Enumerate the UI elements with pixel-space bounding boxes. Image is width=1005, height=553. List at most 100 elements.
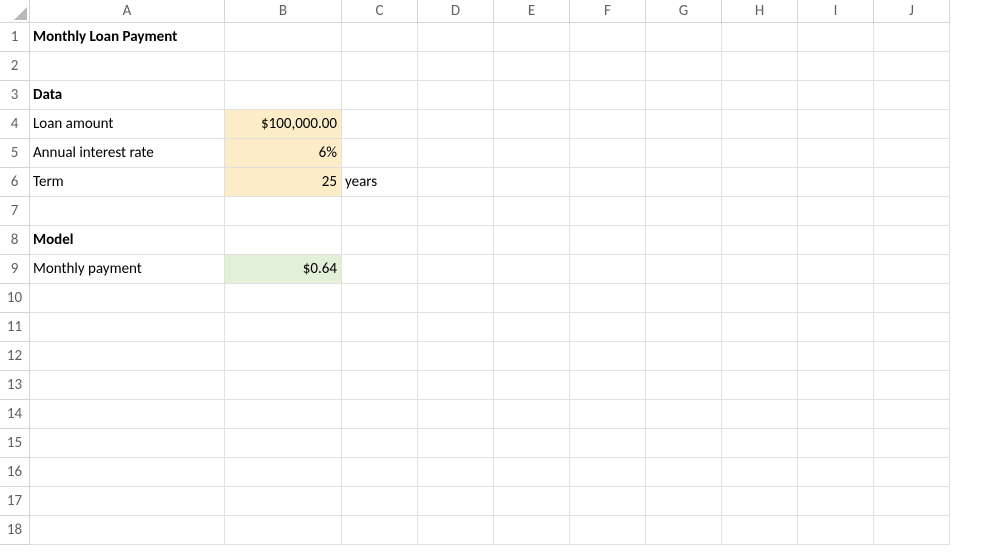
cell-G1[interactable] [646,23,722,52]
col-header-E[interactable]: E [494,0,570,23]
cell-G17[interactable] [646,487,722,516]
cell-H3[interactable] [722,81,798,110]
cell-G18[interactable] [646,516,722,545]
row-header-17[interactable]: 17 [0,487,30,516]
cell-G6[interactable] [646,168,722,197]
row-header-18[interactable]: 18 [0,516,30,545]
row-header-5[interactable]: 5 [0,139,30,168]
cell-D11[interactable] [418,313,494,342]
cell-D10[interactable] [418,284,494,313]
cell-F12[interactable] [570,342,646,371]
cell-C5[interactable] [342,139,418,168]
cell-E9[interactable] [494,255,570,284]
cell-E14[interactable] [494,400,570,429]
cell-C2[interactable] [342,52,418,81]
cell-C6[interactable]: years [342,168,418,197]
cell-G14[interactable] [646,400,722,429]
cell-H15[interactable] [722,429,798,458]
cell-H7[interactable] [722,197,798,226]
cell-I18[interactable] [798,516,874,545]
cell-C1[interactable] [342,23,418,52]
cell-H18[interactable] [722,516,798,545]
cell-A17[interactable] [30,487,225,516]
cell-J15[interactable] [874,429,950,458]
cell-D7[interactable] [418,197,494,226]
cell-H16[interactable] [722,458,798,487]
cell-F2[interactable] [570,52,646,81]
cell-D18[interactable] [418,516,494,545]
cell-C9[interactable] [342,255,418,284]
cell-G3[interactable] [646,81,722,110]
row-header-10[interactable]: 10 [0,284,30,313]
cell-I5[interactable] [798,139,874,168]
cell-G11[interactable] [646,313,722,342]
cell-H8[interactable] [722,226,798,255]
cell-J5[interactable] [874,139,950,168]
cell-A11[interactable] [30,313,225,342]
cell-I10[interactable] [798,284,874,313]
cell-I15[interactable] [798,429,874,458]
cell-J10[interactable] [874,284,950,313]
cell-C7[interactable] [342,197,418,226]
cell-B5[interactable]: 6% [225,139,342,168]
cell-E5[interactable] [494,139,570,168]
col-header-G[interactable]: G [646,0,722,23]
cell-E12[interactable] [494,342,570,371]
cell-C14[interactable] [342,400,418,429]
cell-E10[interactable] [494,284,570,313]
col-header-C[interactable]: C [342,0,418,23]
cell-F8[interactable] [570,226,646,255]
cell-F18[interactable] [570,516,646,545]
cell-H12[interactable] [722,342,798,371]
cell-H2[interactable] [722,52,798,81]
cell-D14[interactable] [418,400,494,429]
cell-D15[interactable] [418,429,494,458]
cell-C4[interactable] [342,110,418,139]
cell-D9[interactable] [418,255,494,284]
row-header-3[interactable]: 3 [0,81,30,110]
cell-A7[interactable] [30,197,225,226]
cell-A14[interactable] [30,400,225,429]
cell-G12[interactable] [646,342,722,371]
cell-B4[interactable]: $100,000.00 [225,110,342,139]
cell-I8[interactable] [798,226,874,255]
cell-H4[interactable] [722,110,798,139]
cell-I16[interactable] [798,458,874,487]
cell-A10[interactable] [30,284,225,313]
cell-B11[interactable] [225,313,342,342]
cell-A13[interactable] [30,371,225,400]
col-header-A[interactable]: A [30,0,225,23]
cell-B9[interactable]: $0.64 [225,255,342,284]
row-header-4[interactable]: 4 [0,110,30,139]
cell-D2[interactable] [418,52,494,81]
cell-A16[interactable] [30,458,225,487]
cell-B6[interactable]: 25 [225,168,342,197]
cell-D1[interactable] [418,23,494,52]
cell-I11[interactable] [798,313,874,342]
cell-D12[interactable] [418,342,494,371]
cell-I17[interactable] [798,487,874,516]
cell-B16[interactable] [225,458,342,487]
cell-J11[interactable] [874,313,950,342]
cell-J18[interactable] [874,516,950,545]
cell-D17[interactable] [418,487,494,516]
cell-F9[interactable] [570,255,646,284]
cell-G4[interactable] [646,110,722,139]
cell-G15[interactable] [646,429,722,458]
cell-C13[interactable] [342,371,418,400]
row-header-8[interactable]: 8 [0,226,30,255]
cell-H11[interactable] [722,313,798,342]
cell-J7[interactable] [874,197,950,226]
col-header-B[interactable]: B [225,0,342,23]
cell-J4[interactable] [874,110,950,139]
cell-I13[interactable] [798,371,874,400]
cell-J2[interactable] [874,52,950,81]
cell-D13[interactable] [418,371,494,400]
cell-B7[interactable] [225,197,342,226]
cell-H17[interactable] [722,487,798,516]
cell-B3[interactable] [225,81,342,110]
cell-I14[interactable] [798,400,874,429]
cell-I7[interactable] [798,197,874,226]
cell-C15[interactable] [342,429,418,458]
cell-J12[interactable] [874,342,950,371]
